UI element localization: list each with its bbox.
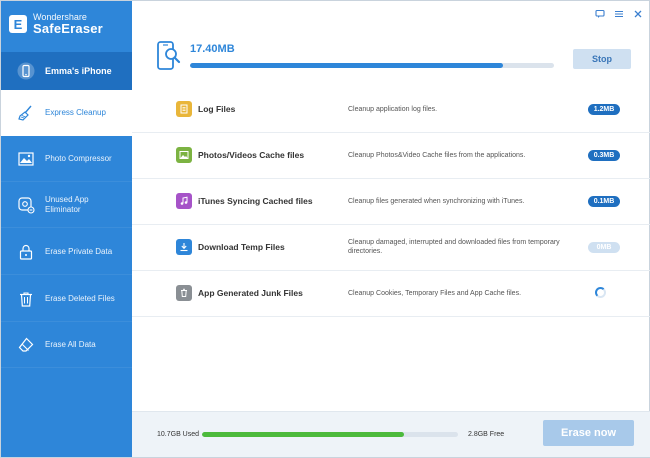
sidebar-item-label: Photo Compressor [45, 153, 112, 163]
item-description: Cleanup files generated when synchronizi… [348, 198, 525, 205]
cleanup-list: Log Files Cleanup application log files.… [132, 87, 650, 317]
item-name: Download Temp Files [198, 242, 285, 252]
broom-icon [18, 105, 32, 121]
storage-bar-fill [202, 432, 405, 437]
scanned-size: 17.40MB [190, 43, 235, 55]
eraser-icon [18, 337, 34, 352]
item-description: Cleanup damaged, interrupted and downloa… [348, 239, 560, 255]
sidebar-item-erase-all-data[interactable]: Erase All Data [1, 322, 132, 368]
size-badge: 0.1MB [588, 196, 620, 207]
sidebar-item-label: Erase All Data [45, 339, 96, 349]
trash-icon [20, 291, 32, 307]
list-item-itunes-syncing-cache[interactable]: iTunes Syncing Cached files Cleanup file… [132, 179, 650, 225]
item-name: Photos/Videos Cache files [198, 150, 305, 160]
item-description: Cleanup Cookies, Temporary Files and App… [348, 290, 522, 297]
list-item-app-generated-junk[interactable]: App Generated Junk Files Cleanup Cookies… [132, 271, 650, 317]
loading-spinner-icon [595, 287, 606, 298]
item-name: Log Files [198, 104, 236, 114]
window-controls [595, 9, 643, 19]
menu-icon[interactable] [614, 9, 624, 19]
size-badge: 1.2MB [588, 104, 620, 115]
sidebar-item-unused-app-eliminator[interactable]: Unused App Eliminator [1, 182, 132, 228]
sidebar-item-express-cleanup[interactable]: Express Cleanup [1, 90, 132, 136]
close-icon[interactable] [633, 9, 643, 19]
size-badge: 0.3MB [588, 150, 620, 161]
app-remove-icon [18, 196, 35, 214]
lock-icon [19, 244, 33, 260]
list-item-photos-videos-cache[interactable]: Photos/Videos Cache files Cleanup Photos… [132, 133, 650, 179]
scan-progress: 17.40MB Stop [132, 21, 650, 83]
size-badge: 0MB [588, 242, 620, 253]
brand-line1: Wondershare [33, 12, 87, 22]
list-item-download-temp-files[interactable]: Download Temp Files Cleanup damaged, int… [132, 225, 650, 271]
item-name: iTunes Syncing Cached files [198, 196, 313, 206]
phone-scan-icon [157, 41, 181, 70]
item-description: Cleanup application log files. [348, 106, 438, 113]
list-item-log-files[interactable]: Log Files Cleanup application log files.… [132, 87, 650, 133]
sidebar-item-erase-private-data[interactable]: Erase Private Data [1, 229, 132, 275]
storage-footer: 10.7GB Used 2.8GB Free Erase now [132, 411, 650, 457]
stop-button[interactable]: Stop [573, 49, 631, 69]
sidebar: E Wondershare SafeEraser Emma's iPhone E… [1, 1, 132, 457]
log-files-icon [176, 101, 192, 117]
app-window: E Wondershare SafeEraser Emma's iPhone E… [0, 0, 650, 458]
sidebar-item-label: Unused App Eliminator [45, 194, 89, 214]
sidebar-item-label: Express Cleanup [45, 107, 106, 117]
storage-bar [202, 432, 458, 437]
sidebar-item-photo-compressor[interactable]: Photo Compressor [1, 136, 132, 182]
scan-progress-bar [190, 63, 554, 68]
device-selector[interactable]: Emma's iPhone [1, 52, 132, 90]
download-icon [176, 239, 192, 255]
item-name: App Generated Junk Files [198, 288, 303, 298]
erase-now-button[interactable]: Erase now [543, 420, 634, 446]
image-icon [18, 151, 34, 166]
feedback-icon[interactable] [595, 9, 605, 19]
sidebar-item-label: Erase Private Data [45, 246, 113, 256]
logo-icon: E [9, 15, 27, 33]
sidebar-item-label: Erase Deleted Files [45, 293, 115, 303]
scan-progress-fill [190, 63, 504, 68]
junk-files-icon [176, 285, 192, 301]
item-description: Cleanup Photos&Video Cache files from th… [348, 152, 526, 159]
app-logo: E Wondershare SafeEraser [1, 1, 132, 47]
device-name: Emma's iPhone [45, 66, 112, 76]
music-icon [176, 193, 192, 209]
brand-line2: SafeEraser [33, 21, 103, 36]
storage-free: 2.8GB Free [468, 431, 505, 438]
storage-used: 10.7GB Used [157, 431, 200, 438]
device-icon [17, 62, 35, 80]
sidebar-item-erase-deleted-files[interactable]: Erase Deleted Files [1, 276, 132, 322]
photo-cache-icon [176, 147, 192, 163]
